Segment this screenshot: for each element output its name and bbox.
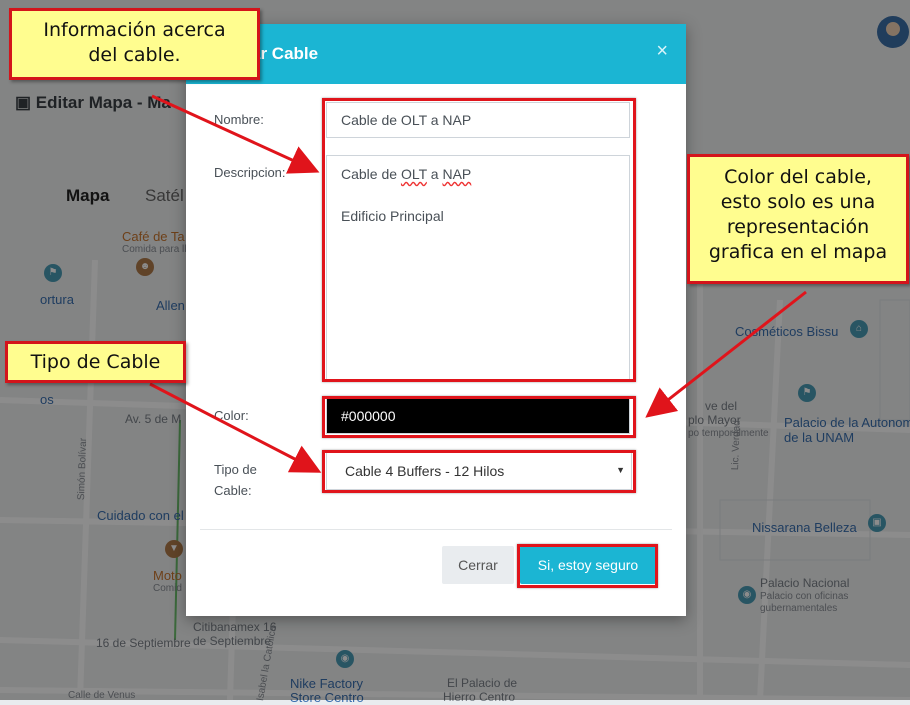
highlight-info-fields	[322, 98, 636, 382]
highlight-color-field	[322, 396, 636, 438]
description-label: Descripcion:	[214, 165, 286, 180]
dialog-header: rdar Cable ×	[186, 24, 686, 84]
callout-info: Información acerca del cable.	[9, 8, 260, 80]
cancel-button[interactable]: Cerrar	[442, 546, 514, 584]
close-icon[interactable]: ×	[656, 40, 668, 63]
callout-cable-type: Tipo de Cable	[5, 341, 186, 383]
cable-type-label: Tipo de Cable:	[214, 462, 257, 498]
name-label: Nombre:	[214, 112, 264, 127]
highlight-type-field	[322, 450, 636, 493]
footer-divider	[200, 529, 672, 530]
color-label: Color:	[214, 408, 249, 423]
callout-color: Color del cable, esto solo es una repres…	[687, 154, 909, 284]
highlight-confirm-button	[517, 544, 658, 588]
